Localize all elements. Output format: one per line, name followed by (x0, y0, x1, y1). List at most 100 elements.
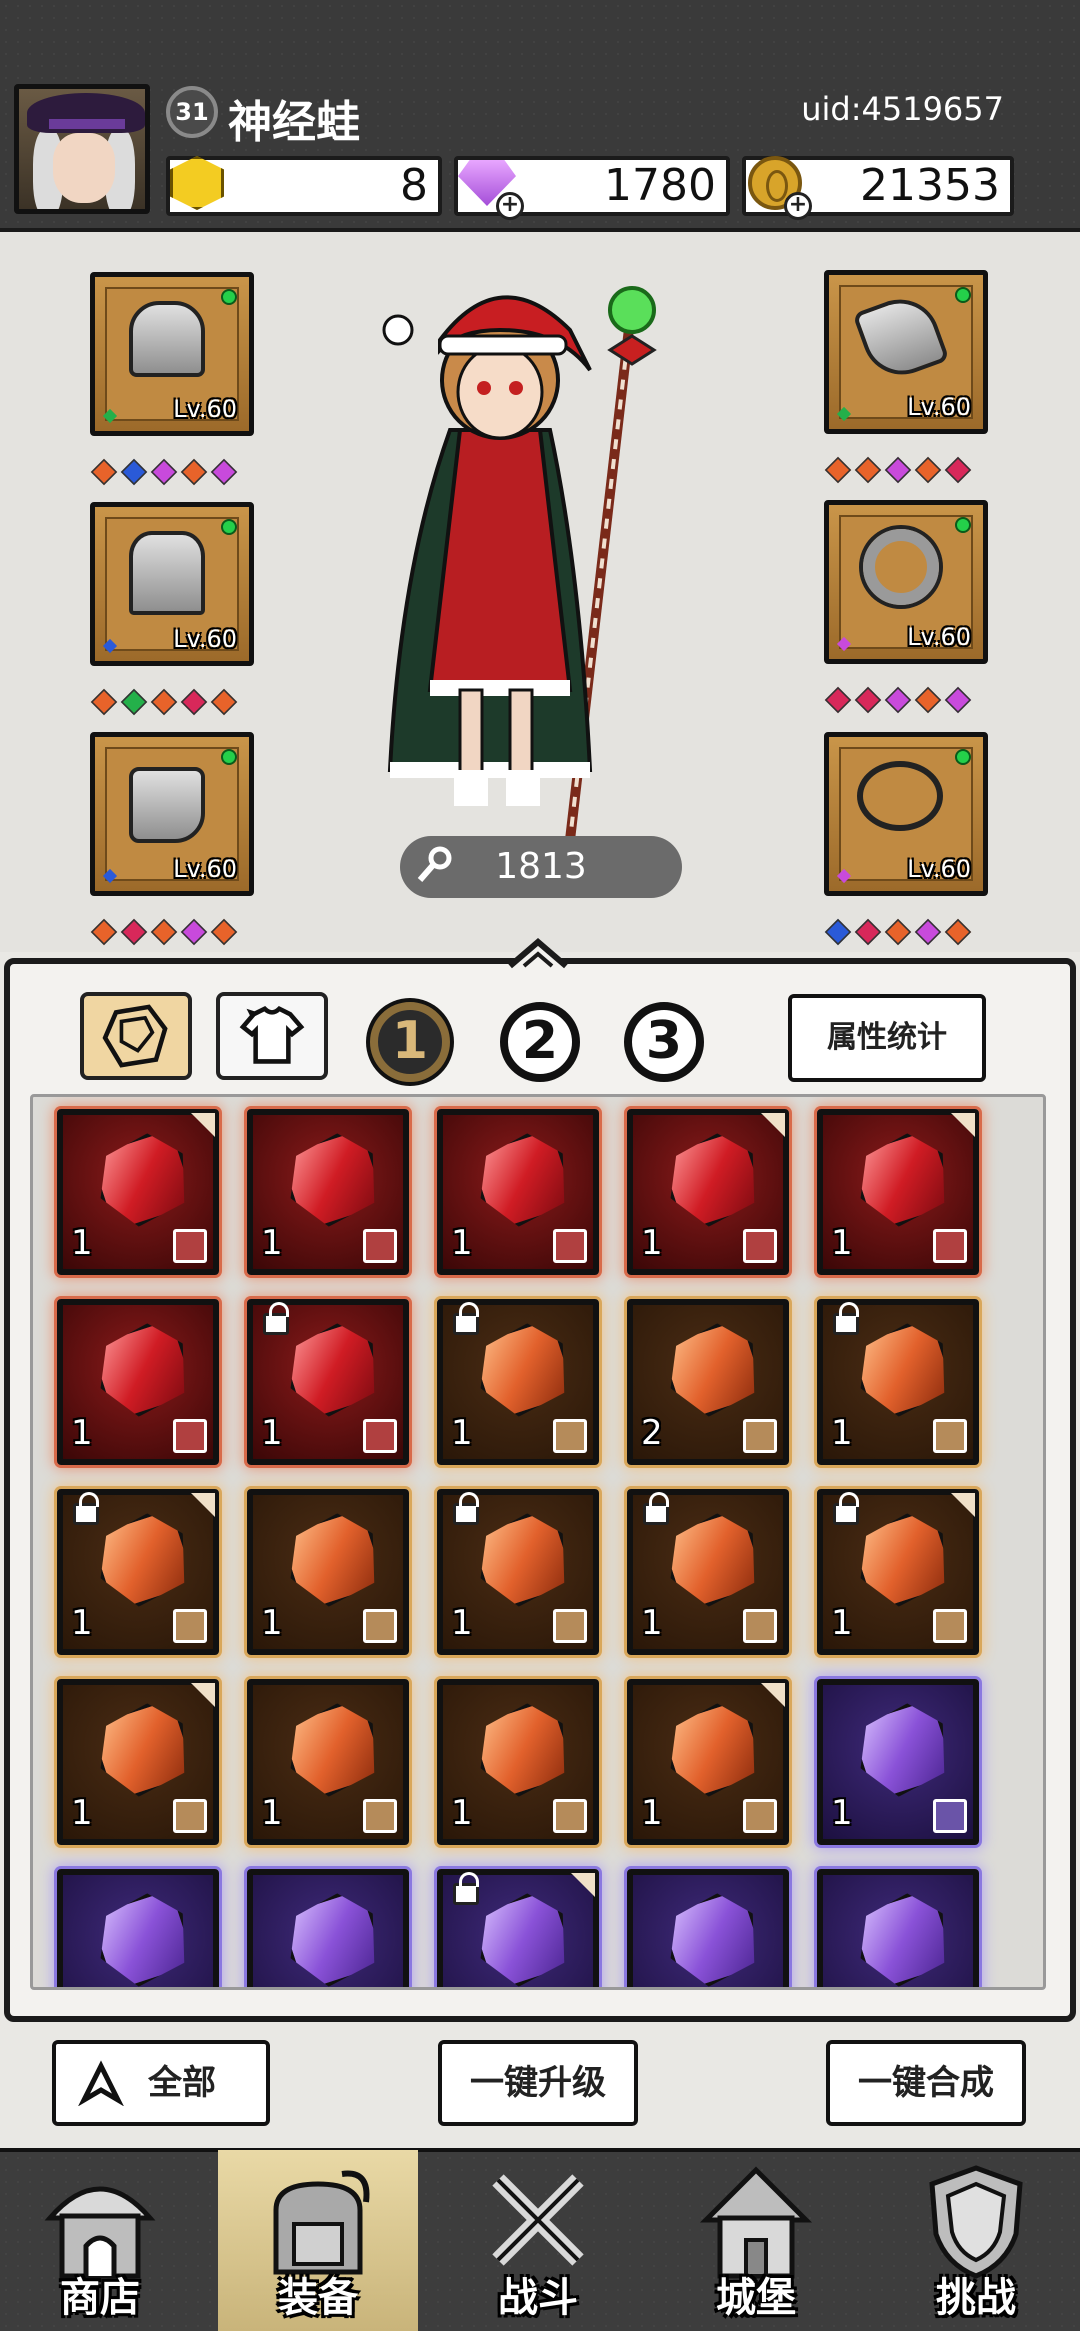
add-coin-icon[interactable]: + (784, 192, 812, 220)
attribute-stats-button[interactable]: 属性统计 (788, 994, 986, 1082)
gem-quantity: 1 (641, 1603, 663, 1643)
gem-cell[interactable]: 1 (817, 1679, 979, 1845)
red-gem-icon (276, 1125, 390, 1235)
status-dot-icon (221, 519, 237, 535)
gem-quantity: 1 (451, 1223, 473, 1263)
gem-cell[interactable]: 1 (57, 1299, 219, 1465)
player-name: 神经蛙 (228, 97, 360, 148)
equip-slot-ring[interactable]: Lv.60 (824, 500, 988, 664)
page-tab-1[interactable]: 1 (370, 1002, 450, 1082)
gem-cell[interactable]: 1 (627, 1109, 789, 1275)
corner-fold-icon (191, 1683, 215, 1707)
filter-all-button[interactable]: 全部 (52, 2040, 270, 2126)
bag-icon (273, 2170, 370, 2275)
lock-icon (833, 1302, 859, 1335)
helmet-icon (129, 301, 205, 377)
equip-slot-helmet[interactable]: Lv.60 (90, 272, 254, 436)
corner-fold-icon (191, 1493, 215, 1517)
orange-gem-icon (276, 1505, 390, 1615)
gem-cell[interactable]: 1 (437, 1679, 599, 1845)
lock-icon (453, 1302, 479, 1335)
gem-quantity: 1 (451, 1413, 473, 1453)
gem-cell[interactable]: 1 (247, 1679, 409, 1845)
gem-sockets-cape (90, 688, 238, 716)
gem-socket (180, 458, 208, 486)
gem-cell[interactable] (817, 1869, 979, 1987)
nav-shop[interactable]: 商店 (0, 2150, 200, 2331)
gem-outline-icon (102, 1004, 168, 1068)
gem-cell[interactable]: 1 (437, 1299, 599, 1465)
red-gem-icon (86, 1125, 200, 1235)
gem-socket (944, 918, 972, 946)
gem-cell[interactable]: 1 (627, 1679, 789, 1845)
gem-socket (120, 918, 148, 946)
one-click-upgrade-button[interactable]: 一键升级 (438, 2040, 638, 2126)
purple-gem-icon (86, 1885, 200, 1990)
equip-slot-type-icon (173, 1419, 207, 1453)
gem-quantity: 2 (641, 1413, 663, 1453)
gold-coin-icon[interactable]: + (742, 150, 812, 220)
gem-cell[interactable]: 1 (57, 1489, 219, 1655)
gem-socket (914, 918, 942, 946)
gem-cell[interactable]: 2 (627, 1299, 789, 1465)
equip-slot-type-icon (553, 1229, 587, 1263)
nav-challenge[interactable]: 挑战 (876, 2150, 1076, 2331)
add-diamond-icon[interactable]: + (496, 192, 524, 220)
gem-cell[interactable]: 1 (817, 1489, 979, 1655)
corner-fold-icon (951, 1493, 975, 1517)
gem-cell[interactable]: 1 (247, 1489, 409, 1655)
wrench-icon (417, 846, 452, 882)
avatar-hatband (49, 119, 125, 129)
gem-cell[interactable] (247, 1869, 409, 1987)
equip-slot-type-icon (553, 1799, 587, 1833)
gem-cell[interactable]: 1 (817, 1109, 979, 1275)
one-click-merge-button[interactable]: 一键合成 (826, 2040, 1026, 2126)
gem-cell[interactable] (437, 1869, 599, 1987)
gem-cell[interactable]: 1 (437, 1109, 599, 1275)
player-avatar[interactable] (14, 84, 150, 214)
equip-slot-bracer[interactable]: Lv.60 (824, 270, 988, 434)
gem-cell[interactable]: 1 (57, 1679, 219, 1845)
orange-gem-icon (86, 1505, 200, 1615)
gem-sockets-ring (824, 686, 972, 714)
gem-cell[interactable]: 1 (247, 1109, 409, 1275)
lock-icon (833, 1492, 859, 1525)
nav-castle[interactable]: 城堡 (656, 2150, 856, 2331)
equip-slot-cape[interactable]: Lv.60 (90, 502, 254, 666)
gem-socket (854, 918, 882, 946)
gem-socket (884, 686, 912, 714)
orange-gem-icon (846, 1315, 960, 1425)
outfit-tab-button[interactable] (216, 992, 328, 1080)
gem-cell[interactable] (627, 1869, 789, 1987)
equip-slot-type-icon (363, 1799, 397, 1833)
nav-equipment-label: 装备 (278, 2275, 358, 2321)
gem-cell[interactable] (57, 1869, 219, 1990)
gem-quantity: 1 (831, 1603, 853, 1643)
gem-socket (150, 918, 178, 946)
power-rating: 1813 (400, 836, 682, 898)
equip-slot-type-icon (933, 1609, 967, 1643)
equip-level: Lv.60 (173, 855, 237, 883)
page-tab-2[interactable]: 2 (500, 1002, 580, 1082)
necklace-icon (857, 761, 943, 831)
gem-cell[interactable]: 1 (627, 1489, 789, 1655)
orange-gem-icon (276, 1695, 390, 1805)
gem-cell[interactable]: 1 (247, 1299, 409, 1465)
orange-gem-icon (466, 1505, 580, 1615)
gem-cell[interactable]: 1 (57, 1109, 219, 1275)
equip-slot-boots[interactable]: Lv.60 (90, 732, 254, 896)
equip-slot-type-icon (363, 1229, 397, 1263)
gem-cell[interactable]: 1 (817, 1299, 979, 1465)
page-tab-3[interactable]: 3 (624, 1002, 704, 1082)
gem-socket (120, 458, 148, 486)
nav-battle[interactable]: 战斗 (438, 2150, 638, 2331)
equip-level: Lv.60 (907, 855, 971, 883)
gem-cell[interactable]: 1 (437, 1489, 599, 1655)
purple-diamond-icon[interactable]: + (454, 150, 524, 220)
nav-equipment[interactable]: 装备 (218, 2150, 418, 2331)
orange-gem-icon (466, 1315, 580, 1425)
equip-slot-necklace[interactable]: Lv.60 (824, 732, 988, 896)
equip-slot-type-icon (743, 1419, 777, 1453)
gem-tab-button[interactable] (80, 992, 192, 1080)
gem-sockets-bracer (824, 456, 972, 484)
